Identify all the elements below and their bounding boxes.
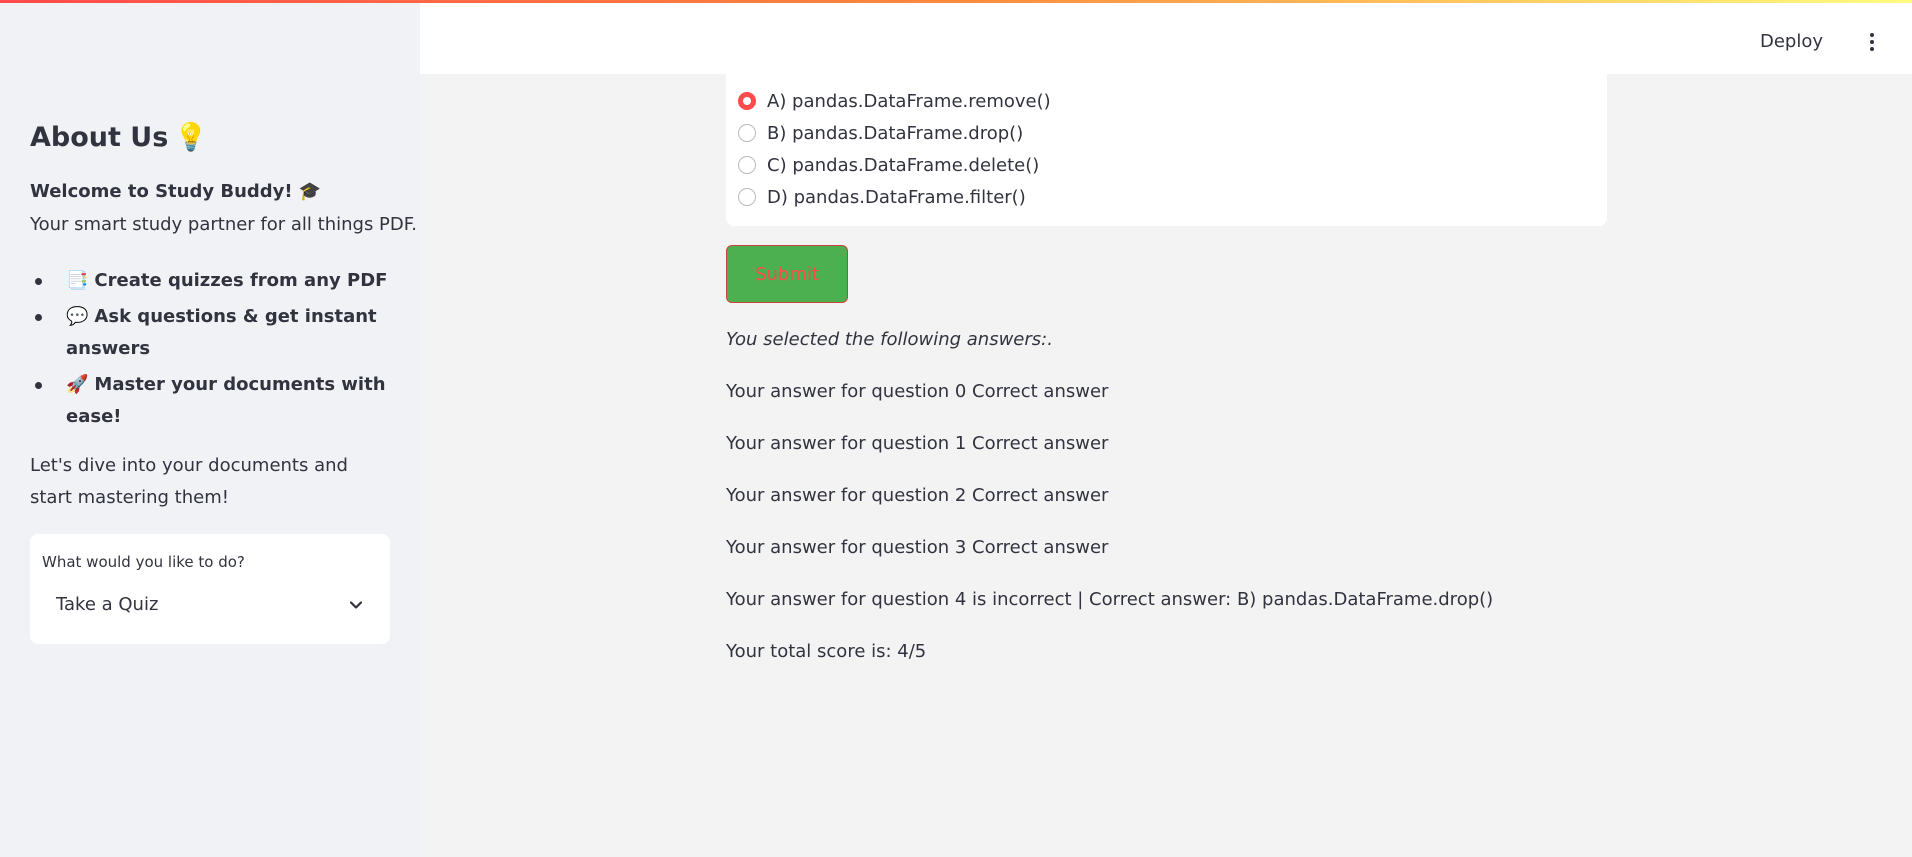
answer-option-label: C) pandas.DataFrame.delete()	[767, 154, 1040, 176]
answer-options-card: A) pandas.DataFrame.remove() B) pandas.D…	[726, 74, 1607, 226]
feature-item: 💬 Ask questions & get instant answers	[30, 301, 390, 365]
sidebar-title: About Us 💡	[30, 121, 208, 153]
answer-option-label: D) pandas.DataFrame.filter()	[767, 186, 1026, 208]
answer-option-c[interactable]: C) pandas.DataFrame.delete()	[738, 152, 1039, 178]
graduation-cap-icon: 🎓	[298, 181, 322, 202]
action-select-value: Take a Quiz	[56, 594, 159, 615]
feature-item: 🚀 Master your documents with ease!	[30, 369, 390, 433]
total-score: Your total score is: 4/5	[726, 641, 927, 662]
sidebar-title-text: About Us	[30, 122, 169, 153]
result-line: Your answer for question 3 Correct answe…	[726, 537, 1109, 558]
result-line: Your answer for question 4 is incorrect …	[726, 589, 1494, 610]
top-accent-bar	[0, 0, 1912, 3]
answer-option-b[interactable]: B) pandas.DataFrame.drop()	[738, 120, 1023, 146]
feature-text: Create quizzes from any PDF	[94, 270, 388, 291]
result-line: Your answer for question 0 Correct answe…	[726, 381, 1109, 402]
radio-unselected-icon	[738, 188, 756, 206]
action-select[interactable]: Take a Quiz	[42, 582, 378, 628]
speech-bubble-icon: 💬	[66, 306, 89, 327]
app-header	[420, 0, 1912, 74]
result-line: Your answer for question 2 Correct answe…	[726, 485, 1109, 506]
deploy-button[interactable]: Deploy	[1760, 31, 1823, 52]
feature-item: 📑 Create quizzes from any PDF	[30, 265, 390, 297]
answer-option-label: A) pandas.DataFrame.remove()	[767, 90, 1051, 112]
radio-selected-icon	[738, 92, 756, 110]
lightbulb-icon: 💡	[174, 122, 208, 153]
feature-text: Ask questions & get instant answers	[66, 306, 377, 359]
results-intro: You selected the following answers:.	[726, 329, 1053, 350]
welcome-text: Welcome to Study Buddy!	[30, 181, 293, 202]
document-icon: 📑	[66, 270, 89, 291]
answer-option-a[interactable]: A) pandas.DataFrame.remove()	[738, 88, 1051, 114]
sidebar-outro: Let's dive into your documents and start…	[30, 455, 348, 508]
feature-list: 📑 Create quizzes from any PDF 💬 Ask questi…	[30, 265, 390, 437]
tagline: Your smart study partner for all things …	[30, 214, 417, 235]
answer-option-label: B) pandas.DataFrame.drop()	[767, 122, 1024, 144]
rocket-icon: 🚀	[66, 374, 89, 395]
action-select-card: What would you like to do? Take a Quiz	[30, 534, 390, 644]
main-menu-icon[interactable]	[1862, 33, 1882, 55]
feature-text: Master your documents with ease!	[66, 374, 386, 427]
radio-unselected-icon	[738, 124, 756, 142]
answer-option-d[interactable]: D) pandas.DataFrame.filter()	[738, 184, 1026, 210]
welcome-heading: Welcome to Study Buddy! 🎓	[30, 181, 321, 202]
radio-unselected-icon	[738, 156, 756, 174]
result-line: Your answer for question 1 Correct answe…	[726, 433, 1109, 454]
submit-button[interactable]: Submit	[726, 245, 848, 303]
chevron-down-icon	[349, 601, 363, 609]
action-select-label: What would you like to do?	[42, 553, 245, 571]
sidebar: About Us 💡 Welcome to Study Buddy! 🎓 Your…	[0, 0, 420, 857]
